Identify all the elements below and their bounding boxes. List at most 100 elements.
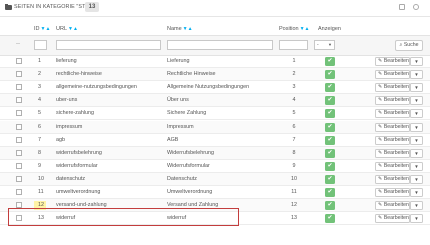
sort-arrows-icon[interactable]: ▼▲ — [41, 26, 51, 32]
enabled-check-icon[interactable]: ✔ — [325, 122, 335, 132]
row-position: 11 — [291, 189, 297, 195]
row-checkbox[interactable] — [16, 110, 22, 117]
row-id: 6 — [38, 123, 41, 130]
row-checkbox[interactable] — [16, 84, 22, 91]
actions-dropdown-button[interactable]: ▼ — [410, 161, 423, 171]
table-row: 4 uber-uns Über uns 4 ✔ ✎ Bearbeiten ▼ — [0, 94, 430, 108]
row-name: Lieferung — [167, 58, 190, 64]
row-checkbox[interactable] — [16, 71, 22, 78]
row-checkbox[interactable] — [16, 162, 22, 169]
row-position: 4 — [292, 97, 296, 104]
actions-dropdown-button[interactable]: ▼ — [410, 188, 423, 197]
edit-button[interactable]: ✎ Bearbeiten — [375, 214, 410, 224]
sort-arrows-icon[interactable]: ▼▲ — [68, 26, 78, 32]
actions-dropdown-button[interactable]: ▼ — [410, 201, 423, 211]
enabled-check-icon[interactable]: ✔ — [325, 201, 335, 211]
row-id: 8 — [38, 149, 41, 156]
row-name: Umweltverordnung — [167, 189, 213, 195]
row-checkbox[interactable] — [16, 58, 22, 64]
filter-dash: -- — [16, 41, 20, 47]
row-id: 4 — [38, 97, 41, 104]
enabled-check-icon[interactable]: ✔ — [325, 83, 335, 93]
row-url: sichere-zahlung — [56, 110, 95, 117]
row-checkbox[interactable] — [16, 189, 22, 195]
actions-dropdown-button[interactable]: ▼ — [410, 96, 423, 106]
actions-dropdown-button[interactable]: ▼ — [410, 148, 423, 158]
edit-button[interactable]: ✎ Bearbeiten — [375, 122, 410, 132]
pencil-icon: ✎ — [378, 97, 383, 104]
row-position: 8 — [292, 149, 296, 156]
row-checkbox[interactable] — [16, 175, 22, 182]
column-url[interactable]: URL▼▲ — [56, 26, 78, 32]
column-position[interactable]: Position▼▲ — [279, 26, 309, 32]
row-name: AGB — [167, 136, 179, 143]
row-checkbox[interactable] — [16, 136, 22, 143]
enabled-check-icon[interactable]: ✔ — [325, 214, 335, 224]
enabled-check-icon[interactable]: ✔ — [325, 161, 335, 171]
table-row: 7 agb AGB 7 ✔ ✎ Bearbeiten ▼ — [0, 134, 430, 147]
edit-button[interactable]: ✎ Bearbeiten — [375, 201, 410, 211]
row-checkbox[interactable] — [16, 97, 22, 104]
sort-arrows-icon[interactable]: ▼▲ — [300, 26, 310, 32]
row-id: 11 — [38, 189, 44, 195]
enabled-check-icon[interactable]: ✔ — [325, 188, 335, 197]
edit-button[interactable]: ✎ Bearbeiten — [375, 109, 410, 119]
edit-button[interactable]: ✎ Bearbeiten — [375, 83, 410, 93]
edit-button[interactable]: ✎ Bearbeiten — [375, 57, 410, 66]
chevron-down-icon: ▼ — [328, 42, 332, 47]
actions-dropdown-button[interactable]: ▼ — [410, 57, 423, 66]
name-filter-input[interactable] — [167, 40, 273, 50]
actions-dropdown-button[interactable]: ▼ — [410, 135, 423, 145]
edit-button[interactable]: ✎ Bearbeiten — [375, 135, 410, 145]
caret-down-icon: ▼ — [414, 85, 419, 91]
edit-button[interactable]: ✎ Bearbeiten — [375, 96, 410, 106]
enabled-check-icon[interactable]: ✔ — [325, 109, 335, 119]
row-id: 3 — [38, 84, 41, 91]
row-id: 7 — [38, 136, 41, 143]
enabled-check-icon[interactable]: ✔ — [325, 174, 335, 184]
folder-icon — [5, 4, 12, 10]
enabled-check-icon[interactable]: ✔ — [325, 148, 335, 158]
row-id: 1 — [38, 58, 41, 64]
table-row: 11 umweltverordnung Umweltverordnung 11 ✔ ✎ B… — [0, 186, 430, 199]
actions-dropdown-button[interactable]: ▼ — [410, 214, 423, 224]
column-name[interactable]: Name▼▲ — [167, 26, 193, 32]
edit-button[interactable]: ✎ Bearbeiten — [375, 148, 410, 158]
edit-button[interactable]: ✎ Bearbeiten — [375, 161, 410, 171]
enabled-check-icon[interactable]: ✔ — [325, 70, 335, 80]
url-filter-input[interactable] — [56, 40, 161, 50]
refresh-icon[interactable] — [413, 4, 419, 10]
search-button[interactable]: ⌕ Suche — [395, 40, 423, 51]
edit-button[interactable]: ✎ Bearbeiten — [375, 174, 410, 184]
pencil-icon: ✎ — [378, 136, 383, 143]
row-name: Widerrufsformular — [167, 162, 210, 169]
pencil-icon: ✎ — [378, 71, 383, 78]
caret-down-icon: ▼ — [414, 203, 419, 209]
row-url: widerrufsbelehrung — [56, 149, 102, 156]
row-id: 9 — [38, 162, 41, 169]
add-icon[interactable] — [399, 4, 405, 10]
actions-dropdown-button[interactable]: ▼ — [410, 174, 423, 184]
row-position: 7 — [292, 136, 296, 143]
row-url: rechtliche-hinweise — [56, 71, 102, 78]
actions-dropdown-button[interactable]: ▼ — [410, 109, 423, 119]
actions-dropdown-button[interactable]: ▼ — [410, 122, 423, 132]
highlight-box — [8, 208, 239, 226]
enabled-check-icon[interactable]: ✔ — [325, 96, 335, 106]
row-checkbox[interactable] — [16, 149, 22, 156]
row-checkbox[interactable] — [16, 123, 22, 130]
id-filter-input[interactable] — [34, 40, 47, 50]
row-url: datenschutz — [56, 175, 86, 182]
row-id: 10 — [38, 175, 44, 182]
caret-down-icon: ▼ — [414, 216, 419, 222]
actions-dropdown-button[interactable]: ▼ — [410, 70, 423, 80]
edit-button[interactable]: ✎ Bearbeiten — [375, 188, 410, 197]
sort-arrows-icon[interactable]: ▼▲ — [183, 26, 193, 32]
actions-dropdown-button[interactable]: ▼ — [410, 83, 423, 93]
column-id[interactable]: ID▼▲ — [34, 26, 50, 32]
edit-button[interactable]: ✎ Bearbeiten — [375, 70, 410, 80]
enabled-check-icon[interactable]: ✔ — [325, 57, 335, 66]
display-filter-select[interactable]: - ▼ — [314, 40, 335, 50]
enabled-check-icon[interactable]: ✔ — [325, 135, 335, 145]
position-filter-input[interactable] — [279, 40, 308, 50]
